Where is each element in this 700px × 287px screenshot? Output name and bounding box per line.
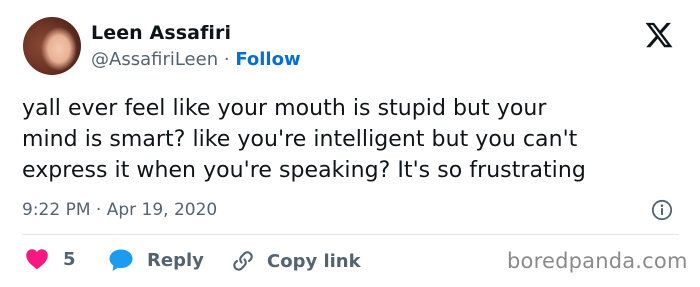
reply-label: Reply [147, 249, 204, 271]
tweet-time: 9:22 PM [22, 200, 91, 220]
divider [22, 234, 679, 235]
copy-link-label: Copy link [267, 250, 361, 272]
handle-line: @AssafiriLeen · Follow [91, 49, 301, 70]
date-separator: · [95, 200, 102, 220]
link-icon [233, 251, 253, 271]
tweet-timestamp[interactable]: 9:22 PM · Apr 19, 2020 [22, 200, 217, 220]
tweet-text-line: express it when you're speaking? It's so… [22, 158, 586, 183]
author-handle[interactable]: @AssafiriLeen [91, 49, 218, 70]
speech-bubble-icon [109, 249, 133, 271]
tweet-text-line: yall ever feel like your mouth is stupid… [22, 96, 547, 121]
tweet-text: yall ever feel like your mouth is stupid… [22, 93, 694, 186]
handle-separator: · [223, 49, 230, 70]
author-name[interactable]: Leen Assafiri [91, 22, 231, 44]
heart-icon [26, 249, 48, 270]
like-count: 5 [63, 248, 76, 270]
x-logo-icon[interactable] [644, 20, 674, 50]
watermark: boredpanda.com [507, 249, 688, 273]
follow-button[interactable]: Follow [235, 49, 300, 70]
tweet-text-line: mind is smart? like you're intelligent b… [22, 127, 578, 152]
like-button[interactable]: 5 [25, 248, 76, 270]
reply-button[interactable]: Reply [108, 248, 204, 272]
avatar[interactable] [23, 17, 81, 75]
tweet-date: Apr 19, 2020 [106, 200, 218, 220]
copy-link-button[interactable]: Copy link [230, 248, 361, 274]
info-icon[interactable] [651, 199, 673, 221]
